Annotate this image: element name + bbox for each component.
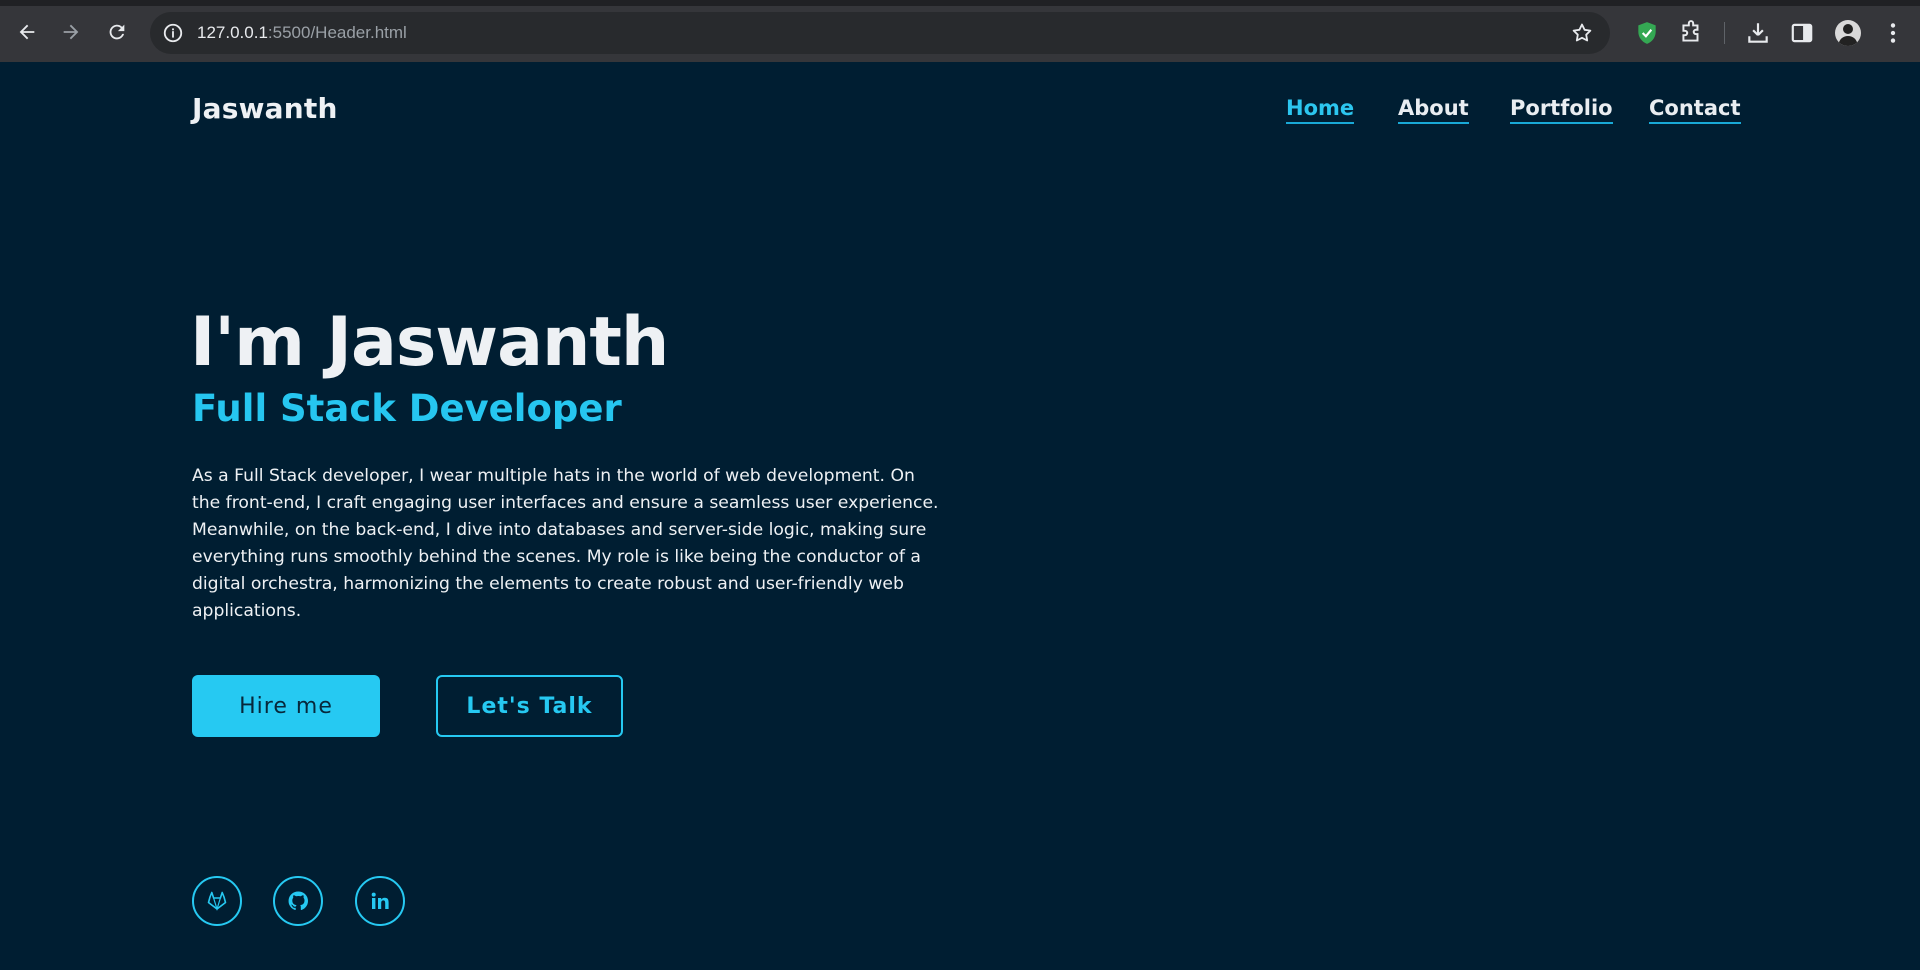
hero-title: I'm Jaswanth bbox=[190, 303, 669, 382]
nav-portfolio[interactable]: Portfolio bbox=[1510, 96, 1613, 124]
page-content: Jaswanth Home About Portfolio Contact I'… bbox=[0, 62, 1920, 970]
github-link[interactable] bbox=[273, 876, 323, 926]
brand-logo[interactable]: Jaswanth bbox=[192, 92, 338, 125]
hero-description: As a Full Stack developer, I wear multip… bbox=[192, 466, 939, 621]
hire-me-button[interactable]: Hire me bbox=[192, 675, 380, 737]
profile-silhouette-icon bbox=[1838, 24, 1858, 46]
lets-talk-button[interactable]: Let's Talk bbox=[436, 675, 623, 737]
hero-subtitle: Full Stack Developer bbox=[192, 387, 622, 430]
toolbar-divider bbox=[1724, 22, 1725, 44]
url-host: 127.0.0.1 bbox=[197, 23, 268, 42]
nav-about[interactable]: About bbox=[1398, 96, 1469, 124]
gitlab-icon bbox=[207, 891, 227, 912]
nav-contact[interactable]: Contact bbox=[1649, 96, 1741, 124]
profile-avatar[interactable] bbox=[1835, 20, 1861, 46]
gitlab-link[interactable] bbox=[192, 876, 242, 926]
tab-strip bbox=[0, 0, 1920, 6]
browser-toolbar: 127.0.0.1:5500/Header.html bbox=[0, 0, 1920, 62]
arrow-right-icon bbox=[63, 24, 79, 40]
bookmark-star-icon[interactable] bbox=[1570, 21, 1594, 45]
reload-icon bbox=[109, 24, 125, 40]
download-icon[interactable] bbox=[1745, 20, 1771, 46]
extensions-puzzle-icon[interactable] bbox=[1678, 20, 1704, 46]
linkedin-link[interactable] bbox=[355, 876, 405, 926]
more-menu-icon[interactable] bbox=[1880, 20, 1906, 46]
github-icon bbox=[288, 891, 308, 911]
nav-home[interactable]: Home bbox=[1286, 96, 1355, 124]
url-path: :5500/Header.html bbox=[267, 23, 407, 42]
address-url[interactable]: 127.0.0.1:5500/Header.html bbox=[197, 22, 407, 44]
forward-button[interactable] bbox=[57, 18, 85, 46]
side-panel-icon[interactable] bbox=[1789, 20, 1815, 46]
info-icon[interactable] bbox=[162, 22, 184, 44]
shield-extension-icon[interactable] bbox=[1634, 20, 1660, 46]
back-button[interactable] bbox=[13, 18, 41, 46]
reload-button[interactable] bbox=[103, 18, 131, 46]
linkedin-icon bbox=[371, 892, 389, 909]
arrow-left-icon bbox=[19, 24, 35, 40]
